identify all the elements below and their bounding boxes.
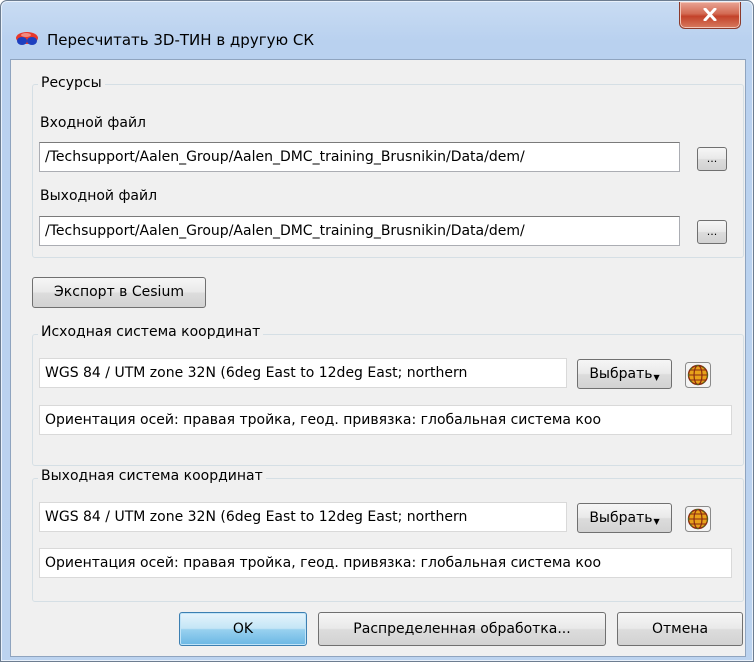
source-cs-select-button[interactable]: Выбрать▼ <box>577 359 672 389</box>
export-cesium-button[interactable]: Экспорт в Cesium <box>32 277 206 308</box>
target-cs-field: WGS 84 / UTM zone 32N (6deg East to 12de… <box>39 502 567 532</box>
input-file-field[interactable]: /Techsupport/Aalen_Group/Aalen_DMC_train… <box>39 142 680 172</box>
close-button[interactable] <box>679 2 741 29</box>
resources-group-title: Ресурсы <box>38 75 105 91</box>
source-cs-field: WGS 84 / UTM zone 32N (6deg East to 12de… <box>39 358 567 388</box>
globe-icon[interactable] <box>685 506 711 532</box>
app-3d-glasses-icon <box>16 32 38 45</box>
target-cs-orientation: Ориентация осей: правая тройка, геод. пр… <box>39 548 732 578</box>
input-file-label: Входной файл <box>40 115 146 131</box>
source-cs-select-label: Выбрать <box>589 366 653 382</box>
output-file-field[interactable]: /Techsupport/Aalen_Group/Aalen_DMC_train… <box>39 216 680 246</box>
dialog-body: Ресурсы Входной файл /Techsupport/Aalen_… <box>10 59 746 657</box>
target-cs-select-label: Выбрать <box>589 510 653 526</box>
input-file-browse-button[interactable]: ... <box>697 147 727 171</box>
distributed-processing-button[interactable]: Распределенная обработка... <box>318 612 606 646</box>
chevron-down-icon: ▼ <box>653 373 660 382</box>
window-title: Пересчитать 3D-ТИН в другую СК <box>47 31 314 49</box>
title-bar[interactable]: Пересчитать 3D-ТИН в другую СК <box>1 1 753 57</box>
target-cs-select-button[interactable]: Выбрать▼ <box>577 503 672 533</box>
cancel-button[interactable]: Отмена <box>617 612 743 646</box>
globe-icon[interactable] <box>685 362 711 388</box>
output-file-browse-button[interactable]: ... <box>697 220 727 244</box>
output-file-label: Выходной файл <box>40 188 158 204</box>
target-cs-group <box>32 478 744 602</box>
source-cs-orientation: Ориентация осей: правая тройка, геод. пр… <box>39 405 732 435</box>
target-cs-group-title: Выходная система координат <box>38 468 266 484</box>
source-cs-group <box>32 334 744 466</box>
ok-button[interactable]: OK <box>179 612 307 646</box>
source-cs-group-title: Исходная система координат <box>38 324 264 340</box>
chevron-down-icon: ▼ <box>653 517 660 526</box>
close-icon <box>703 8 717 21</box>
dialog-window: Пересчитать 3D-ТИН в другую СК Ресурсы В… <box>0 0 754 662</box>
